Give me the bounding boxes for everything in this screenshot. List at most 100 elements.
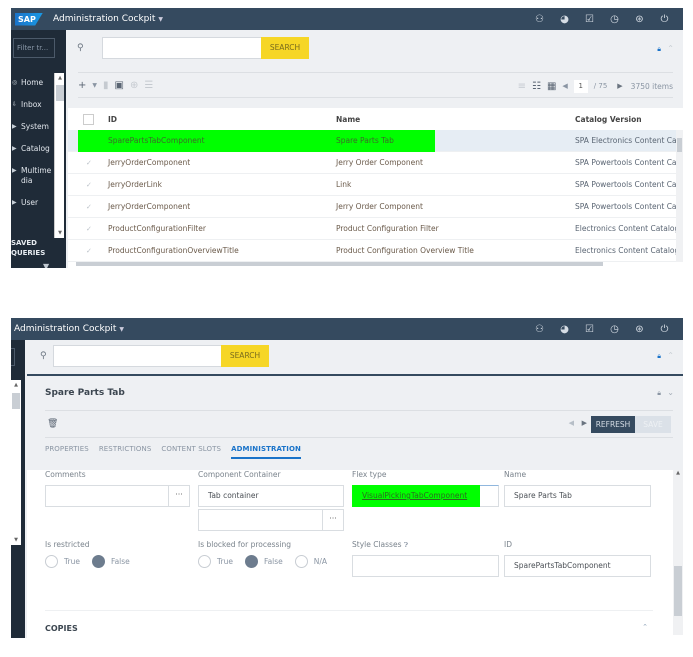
- is-blocked-true-radio[interactable]: [198, 555, 211, 568]
- table-row[interactable]: ✓ JerryOrderLink Link SPA Powertools Con…: [68, 174, 683, 196]
- app-title-dropdown[interactable]: Administration Cockpit ▼: [14, 324, 124, 334]
- compass-icon[interactable]: ◕: [552, 14, 577, 25]
- scrollbar-thumb[interactable]: [677, 138, 682, 152]
- items-count: 3750 items: [630, 81, 673, 91]
- search-input[interactable]: [102, 37, 262, 59]
- flex-type-link[interactable]: VisualPickingTabComponent: [362, 485, 467, 507]
- comments-browse-button[interactable]: ···: [168, 485, 190, 507]
- scroll-up-icon[interactable]: ▲: [11, 382, 21, 388]
- sidebar-item-user[interactable]: ▶ User: [11, 193, 54, 215]
- prev-page-icon[interactable]: ◀: [562, 82, 567, 90]
- delete-icon[interactable]: 🗑︎: [47, 419, 58, 429]
- radio-label: False: [263, 557, 283, 566]
- scroll-up-icon[interactable]: ▲: [55, 75, 65, 81]
- grid-view-icon[interactable]: ▦: [547, 81, 556, 92]
- power-icon[interactable]: ⏻: [652, 324, 677, 335]
- tab-content-slots[interactable]: CONTENT SLOTS: [161, 442, 221, 459]
- scroll-down-icon[interactable]: ▼: [55, 230, 65, 236]
- component-container-browse-button[interactable]: ···: [322, 509, 344, 531]
- advanced-search-icon[interactable]: ⚲: [77, 43, 84, 53]
- global-search-icon[interactable]: ⊛: [627, 14, 652, 25]
- form-scrollbar[interactable]: ▲: [673, 470, 683, 635]
- scroll-down-icon[interactable]: ▼: [11, 537, 21, 543]
- table-vertical-scrollbar[interactable]: [676, 130, 683, 262]
- next-item-icon[interactable]: ▶: [582, 419, 587, 427]
- clock-icon[interactable]: ◷: [602, 324, 627, 335]
- advanced-search-icon[interactable]: ⚲: [40, 351, 47, 361]
- user-switch-icon[interactable]: ⚇: [527, 324, 552, 335]
- column-header-name[interactable]: Name: [336, 115, 360, 124]
- compass-icon[interactable]: ◕: [552, 324, 577, 335]
- id-field[interactable]: SparePartsTabComponent: [504, 555, 651, 577]
- lock-icon[interactable]: 🔒︎: [657, 352, 661, 361]
- tab-properties[interactable]: PROPERTIES: [45, 442, 89, 459]
- compare-icon[interactable]: ⊕: [130, 80, 138, 91]
- user-switch-icon[interactable]: ⚇: [527, 14, 552, 25]
- filter-tree-input[interactable]: [11, 348, 15, 366]
- name-field[interactable]: Spare Parts Tab: [504, 485, 651, 507]
- task-icon[interactable]: ☑: [577, 14, 602, 25]
- lock-icon[interactable]: 🔒︎: [657, 45, 661, 54]
- clock-icon[interactable]: ◷: [602, 14, 627, 25]
- collapse-icon[interactable]: ⌃: [667, 351, 674, 360]
- power-icon[interactable]: ⏻: [652, 14, 677, 25]
- tab-restrictions[interactable]: RESTRICTIONS: [99, 442, 152, 459]
- component-container-field[interactable]: Tab container: [198, 485, 344, 507]
- scroll-up-icon[interactable]: ▲: [673, 470, 683, 476]
- row-name: Spare Parts Tab: [336, 136, 394, 145]
- tab-administration[interactable]: ADMINISTRATION: [231, 442, 302, 459]
- list-view-icon[interactable]: ≡: [518, 81, 526, 92]
- search-input[interactable]: [53, 345, 223, 367]
- column-header-id[interactable]: ID: [108, 115, 117, 124]
- delete-icon[interactable]: ▮: [103, 80, 109, 91]
- table-row[interactable]: SparePartsTabComponent Spare Parts Tab S…: [68, 130, 683, 152]
- search-button[interactable]: SEARCH: [221, 345, 269, 367]
- app-title-dropdown[interactable]: Administration Cockpit ▼: [53, 14, 163, 24]
- bulk-edit-icon[interactable]: ☰: [144, 80, 153, 91]
- sidebar-scrollbar[interactable]: ▲ ▼: [11, 380, 21, 545]
- is-blocked-na-radio[interactable]: [294, 555, 308, 568]
- page-number-input[interactable]: 1: [573, 79, 588, 93]
- help-icon[interactable]: ❓︎: [404, 541, 408, 549]
- table-row[interactable]: ✓ JerryOrderComponent Jerry Order Compon…: [68, 152, 683, 174]
- sidebar-item-inbox[interactable]: ⇩ Inbox: [11, 95, 54, 117]
- table-row[interactable]: ✓ ProductConfigurationFilter Product Con…: [68, 218, 683, 240]
- is-restricted-true-radio[interactable]: [45, 555, 58, 568]
- column-header-catalog-version[interactable]: Catalog Version: [575, 115, 683, 124]
- style-classes-field[interactable]: [352, 555, 499, 577]
- sidebar-item-home[interactable]: ◎ Home: [11, 73, 54, 95]
- add-icon[interactable]: +: [78, 80, 86, 91]
- is-blocked-false-radio[interactable]: [244, 555, 258, 568]
- task-icon[interactable]: ☑: [577, 324, 602, 335]
- name-label: Name: [504, 470, 527, 479]
- export-icon[interactable]: ▣: [115, 80, 124, 91]
- previous-item-icon[interactable]: ◀: [569, 419, 574, 427]
- comments-field[interactable]: [45, 485, 169, 507]
- sidebar-item-system[interactable]: ▶ System: [11, 117, 54, 139]
- search-button[interactable]: SEARCH: [261, 37, 309, 59]
- filter-tree-input[interactable]: Filter tr...: [13, 38, 55, 58]
- global-search-icon[interactable]: ⊛: [627, 324, 652, 335]
- lock-icon[interactable]: 🔒︎: [657, 389, 661, 398]
- sidebar-item-catalog[interactable]: ▶ Catalog: [11, 139, 54, 161]
- next-page-icon[interactable]: ▶: [617, 82, 622, 90]
- collapse-section-icon[interactable]: ⌃: [642, 623, 648, 631]
- table-row[interactable]: ✓ ProductConfigurationOverviewTitle Prod…: [68, 240, 683, 262]
- table-row[interactable]: ✓ JerryOrderComponent Jerry Order Compon…: [68, 196, 683, 218]
- scrollbar-thumb[interactable]: [12, 393, 20, 409]
- table-horizontal-scrollbar[interactable]: [76, 262, 603, 266]
- scrollbar-thumb[interactable]: [674, 566, 682, 616]
- collapse-icon[interactable]: ⌃: [667, 44, 674, 53]
- is-restricted-false-radio[interactable]: [91, 555, 105, 568]
- component-container-add-field[interactable]: [198, 509, 323, 531]
- sidebar-scrollbar[interactable]: ▲ ▼: [54, 73, 64, 238]
- scrollbar-thumb[interactable]: [56, 85, 64, 101]
- sidebar-item-multimedia[interactable]: ▶ Multimedia: [11, 161, 54, 193]
- filter-funnel-icon[interactable]: ▼: [43, 262, 49, 268]
- refresh-button[interactable]: REFRESH: [591, 416, 635, 433]
- select-all-checkbox[interactable]: [83, 113, 94, 125]
- add-dropdown-icon[interactable]: ▼: [92, 82, 97, 89]
- tree-view-icon[interactable]: ☷: [532, 81, 541, 92]
- expand-icon[interactable]: ⌄: [667, 388, 674, 397]
- save-button[interactable]: SAVE: [635, 416, 671, 433]
